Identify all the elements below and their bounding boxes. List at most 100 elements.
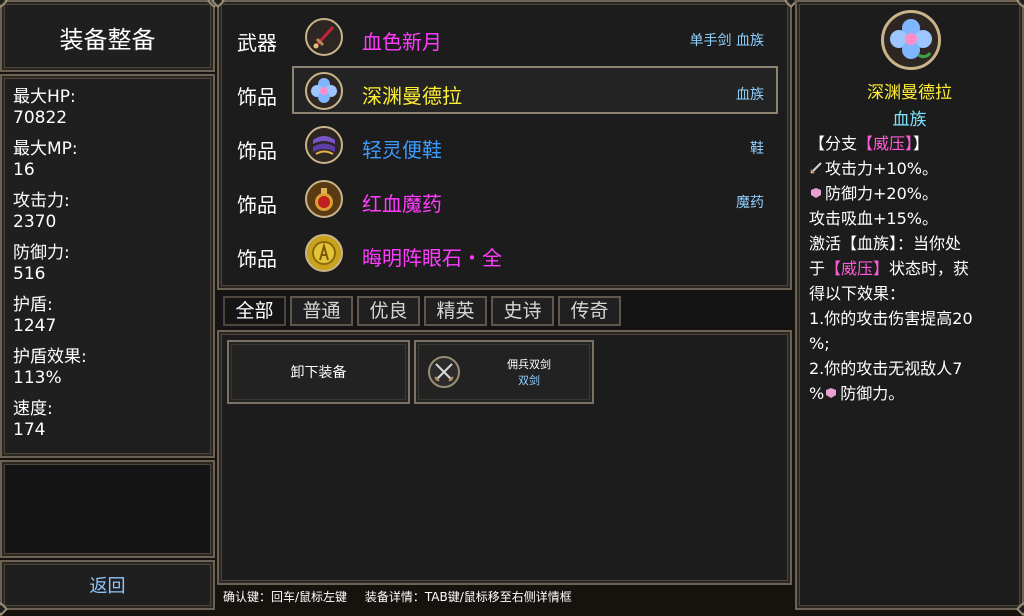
detail-panel: 深渊曼德拉 血族 【分支【威压】】 攻击力+10%。 防御力+20%。 攻击吸血… bbox=[795, 0, 1024, 616]
slot-label: 饰品 bbox=[237, 85, 277, 109]
equip-tags: 魔药 bbox=[736, 195, 764, 211]
detail-defense-line: 防御力+20%。 bbox=[809, 182, 938, 206]
tab-epic[interactable]: 史诗 bbox=[491, 296, 554, 326]
title-panel: 装备整备 bbox=[0, 0, 222, 72]
hint-confirm: 确认键：回车/鼠标左键 bbox=[223, 590, 348, 604]
stat-label: 最大MP: bbox=[13, 139, 78, 159]
unequip-button[interactable]: 卸下装备 bbox=[227, 340, 410, 404]
equip-row-accessory-1[interactable]: 饰品 深渊曼德拉 血族 bbox=[219, 66, 794, 118]
armor-icon bbox=[809, 183, 823, 198]
back-button[interactable]: 返回 bbox=[0, 560, 215, 616]
equip-row-accessory-2[interactable]: 饰品 轻灵便鞋 鞋 bbox=[219, 122, 794, 172]
items-panel: 卸下装备 佣兵双剑 双剑 bbox=[217, 330, 792, 585]
stats-panel: 最大HP: 70822 最大MP: 16 攻击力: 2370 防御力: 516 … bbox=[0, 74, 215, 458]
armor-icon bbox=[824, 383, 838, 398]
equip-tags: 单手剑 血族 bbox=[689, 33, 764, 49]
equip-name: 红血魔药 bbox=[362, 192, 442, 216]
unequip-label: 卸下装备 bbox=[290, 365, 347, 381]
frame-corner bbox=[0, 0, 9, 9]
detail-effect-2a: 2.你的攻击无视敌人7 bbox=[809, 359, 963, 378]
stat-label: 护盾: bbox=[13, 295, 53, 315]
detail-drain-line: 攻击吸血+15%。 bbox=[809, 209, 938, 228]
tab-legendary[interactable]: 传奇 bbox=[558, 296, 621, 326]
equip-tags: 鞋 bbox=[750, 141, 764, 157]
stat-max-mp: 最大MP: 16 bbox=[13, 139, 78, 181]
gold-rune-stone-icon bbox=[305, 234, 343, 272]
stat-value: 516 bbox=[13, 264, 46, 284]
control-hints: 确认键：回车/鼠标左键 装备详情：TAB键/鼠标移至右侧详情框 bbox=[217, 585, 792, 610]
slot-label: 饰品 bbox=[237, 193, 277, 217]
equip-name: 深渊曼德拉 bbox=[362, 84, 462, 108]
item-name: 佣兵双剑 bbox=[507, 358, 551, 371]
state-tag: 【威压】 bbox=[825, 259, 890, 278]
rarity-tabs: 全部 普通 优良 精英 史诗 传奇 bbox=[217, 292, 792, 328]
branch-close: 】 bbox=[913, 134, 930, 153]
page-title: 装备整备 bbox=[59, 26, 156, 54]
slot-label: 武器 bbox=[237, 31, 277, 55]
detail-family: 血族 bbox=[892, 110, 927, 130]
back-label: 返回 bbox=[89, 576, 126, 597]
equip-row-weapon[interactable]: 武器 血色新月 单手剑 血族 bbox=[219, 14, 794, 64]
equipment-panel: 武器 血色新月 单手剑 血族 饰品 深渊曼德拉 血族 饰品 轻灵便鞋 鞋 饰品 … bbox=[210, 0, 799, 290]
tab-elite[interactable]: 精英 bbox=[424, 296, 487, 326]
detail-state-line: 于【威压】状态时，获 bbox=[809, 257, 969, 281]
sword-icon bbox=[809, 158, 823, 174]
tab-uncommon[interactable]: 优良 bbox=[357, 296, 420, 326]
stat-value: 113% bbox=[13, 368, 62, 388]
empty-panel bbox=[0, 460, 215, 558]
equip-row-accessory-4[interactable]: 饰品 晦明阵眼石・全 bbox=[219, 230, 794, 280]
stat-label: 攻击力: bbox=[13, 191, 70, 211]
slot-label: 饰品 bbox=[237, 139, 277, 163]
purple-boots-icon bbox=[305, 126, 343, 164]
frame-corner bbox=[0, 601, 9, 616]
effect-2b-pre: % bbox=[809, 384, 825, 403]
detail-branch-line: 【分支【威压】】 bbox=[809, 132, 929, 156]
attack-text: 攻击力+10%。 bbox=[825, 159, 938, 178]
branch-open: 【分支 bbox=[809, 134, 858, 153]
effect-2b-post: 防御力。 bbox=[840, 384, 905, 403]
stat-shield-effect: 护盾效果: 113% bbox=[13, 347, 87, 389]
branch-tag: 【威压】 bbox=[857, 134, 914, 153]
stat-label: 防御力: bbox=[13, 243, 70, 263]
detail-effect-1b: %; bbox=[809, 334, 830, 353]
blue-flower-icon bbox=[305, 72, 343, 110]
item-type: 双剑 bbox=[518, 374, 540, 387]
crimson-sword-icon bbox=[305, 18, 343, 56]
equip-name: 晦明阵眼石・全 bbox=[362, 246, 502, 270]
frame-corner bbox=[1015, 601, 1024, 616]
state-prefix: 于 bbox=[809, 259, 826, 278]
detail-gain-line: 得以下效果： bbox=[809, 284, 906, 303]
state-rest: 状态时，获 bbox=[889, 259, 970, 278]
crossed-swords-icon bbox=[428, 356, 460, 388]
stat-defense: 防御力: 516 bbox=[13, 243, 70, 285]
slot-label: 饰品 bbox=[237, 247, 277, 271]
item-mercenary-dual-swords[interactable]: 佣兵双剑 双剑 bbox=[414, 340, 594, 404]
detail-effect-2b: % 防御力。 bbox=[809, 382, 904, 406]
tab-all[interactable]: 全部 bbox=[223, 296, 286, 326]
equip-name: 血色新月 bbox=[362, 30, 442, 54]
detail-attack-line: 攻击力+10%。 bbox=[809, 157, 938, 181]
stat-value: 16 bbox=[13, 160, 35, 180]
stat-value: 174 bbox=[13, 420, 46, 440]
stat-speed: 速度: 174 bbox=[13, 399, 53, 441]
stat-value: 70822 bbox=[13, 108, 68, 128]
red-potion-icon bbox=[305, 180, 343, 218]
defense-text: 防御力+20%。 bbox=[825, 184, 938, 203]
hint-detail: 装备详情：TAB键/鼠标移至右侧详情框 bbox=[364, 590, 572, 604]
stat-max-hp: 最大HP: 70822 bbox=[13, 87, 76, 129]
stat-label: 速度: bbox=[13, 399, 53, 419]
tab-common[interactable]: 普通 bbox=[290, 296, 353, 326]
stat-attack: 攻击力: 2370 bbox=[13, 191, 70, 233]
detail-effect-1a: 1.你的攻击伤害提高20 bbox=[809, 309, 973, 328]
equip-tags: 血族 bbox=[736, 87, 764, 103]
equip-row-accessory-3[interactable]: 饰品 红血魔药 魔药 bbox=[219, 176, 794, 226]
stat-shield: 护盾: 1247 bbox=[13, 295, 56, 337]
stat-value: 2370 bbox=[13, 212, 57, 232]
stat-value: 1247 bbox=[13, 316, 57, 336]
stat-label: 护盾效果: bbox=[13, 347, 87, 367]
detail-activate-line: 激活【血族】：当你处 bbox=[809, 234, 962, 253]
stat-label: 最大HP: bbox=[13, 87, 76, 107]
blue-flower-icon bbox=[881, 10, 941, 70]
equip-name: 轻灵便鞋 bbox=[362, 138, 442, 162]
detail-item-name: 深渊曼德拉 bbox=[867, 83, 952, 103]
